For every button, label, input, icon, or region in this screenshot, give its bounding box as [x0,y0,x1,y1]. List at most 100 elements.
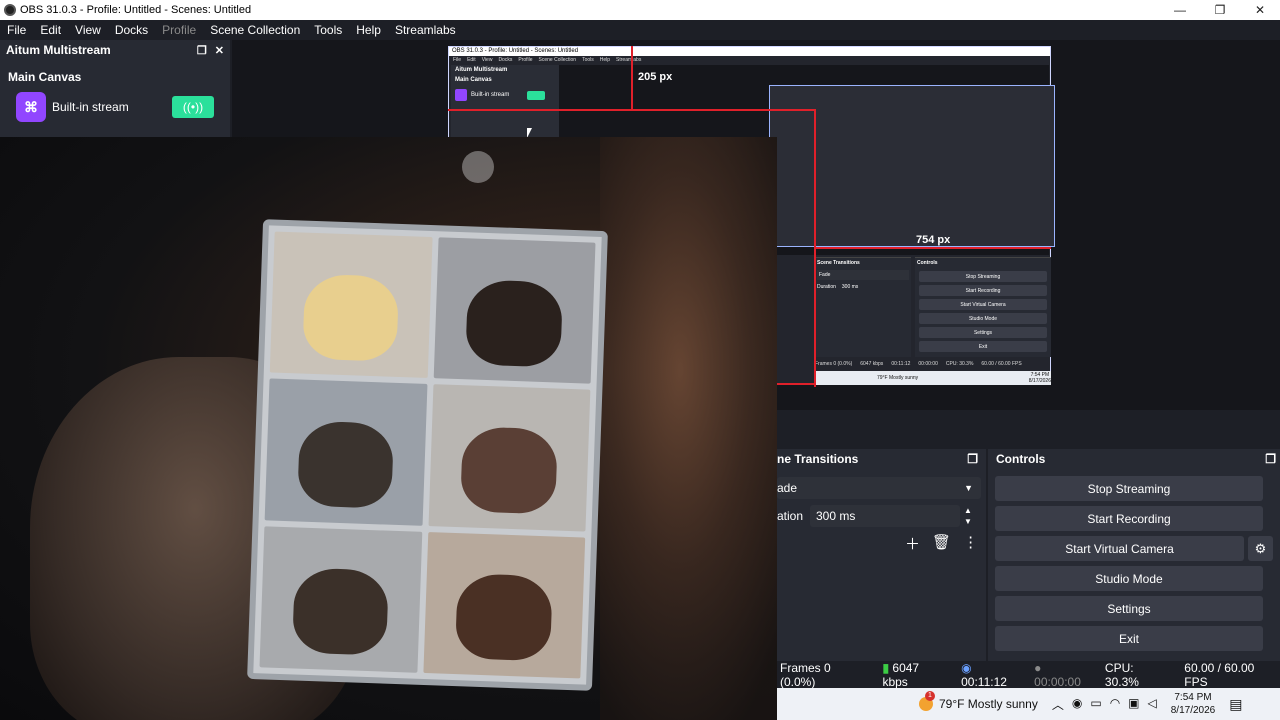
close-dock-icon[interactable]: ✕ [215,44,224,57]
more-vertical-icon[interactable]: ⋮ [963,533,978,554]
transition-tools: ＋ 🗑 ⋮ [905,533,978,554]
float-dock-icon[interactable]: ❐ [197,44,207,57]
nested-button: Studio Mode [919,313,1047,324]
nested-menu-item: Streamlabs [616,57,642,63]
scene-transitions-header: ne Transitions ❐ [777,449,986,469]
card-photo [264,378,427,526]
menu-help[interactable]: Help [349,23,388,37]
menu-edit[interactable]: Edit [33,23,68,37]
px-label-right: 754 px [916,234,951,246]
nested-menu: File Edit View Docks Profile Scene Colle… [449,56,1050,64]
obs-window: OBS 31.0.3 - Profile: Untitled - Scenes:… [0,0,1280,720]
close-window-button[interactable]: ✕ [1240,0,1280,20]
nested-menu-item: Profile [518,57,533,63]
notification-icon[interactable]: ▤ [1229,696,1242,713]
weather-icon[interactable]: 1 [919,691,935,711]
studio-mode-button[interactable]: Studio Mode [995,566,1263,591]
nested-button: Stop Streaming [919,271,1047,282]
photo-face [296,420,395,509]
nested-button: Settings [919,327,1047,338]
nested-dur-value: 300 ms [841,284,859,290]
virtual-camera-settings-button[interactable]: ⚙ [1248,536,1273,561]
nested-menu-item: Help [599,57,611,63]
menu-profile[interactable]: Profile [155,23,203,37]
camera-source [0,137,777,720]
chevron-down-icon[interactable]: ▼ [964,516,972,527]
obs-tray-icon[interactable]: ◉ [1072,696,1082,713]
nested-menu-item: View [481,57,493,63]
exit-button[interactable]: Exit [995,626,1263,651]
speaker-icon[interactable]: ◁ [1148,696,1157,713]
clock-time: 7:54 PM [1174,692,1212,703]
nested-controls-panel: Controls Stop Streaming Start Recording … [915,257,1051,357]
photo-face [301,273,400,362]
cpu-status: CPU: 30.3% [1104,660,1139,689]
nested-live-icon [527,90,546,100]
menu-docks[interactable]: Docks [108,23,155,37]
duration-input[interactable]: 300 ms [810,505,960,527]
weather-badge: 1 [925,691,935,701]
start-recording-button[interactable]: Start Recording [995,506,1263,531]
nested-status-item: 6047 kbps [860,361,884,367]
start-virtual-camera-button[interactable]: Start Virtual Camera [995,536,1244,561]
stream-toggle-button[interactable]: ((•)) [172,96,214,118]
transition-select[interactable]: ade ▼ [777,477,981,499]
nested-statusbar: Frames 0 (0.0%) 6047 kbps 00:11:12 00:00… [815,357,1051,371]
nested-button: Start Virtual Camera [919,299,1047,310]
device-icon[interactable]: ▣ [1128,696,1139,713]
plus-icon[interactable]: ＋ [905,533,920,554]
held-photo-card [247,219,608,691]
trash-icon[interactable]: 🗑 [932,533,951,554]
nested-status-item: CPU: 30.3% [945,361,974,367]
camera-face-region [600,137,777,720]
wifi-icon[interactable]: ◠ [1110,696,1120,713]
menu-tools[interactable]: Tools [307,23,349,37]
float-dock-icon[interactable]: ❐ [1265,452,1276,466]
chevron-up-icon[interactable]: ︿ [1052,696,1064,713]
maximize-button[interactable]: ❐ [1200,0,1240,20]
stream-time: 00:11:12 [961,674,1007,689]
scene-transitions-title: ne Transitions [777,452,859,466]
clock-date: 8/17/2026 [1170,705,1216,716]
fps-status: 60.00 / 60.00 FPS [1184,660,1255,689]
nested-menu-item: Docks [498,57,513,63]
menu-view[interactable]: View [68,23,108,37]
battery-icon[interactable]: ▭ [1090,696,1101,713]
nested-dock-title: Aitum Multistream [455,67,508,73]
gear-icon: ⚙ [1254,540,1267,556]
chevron-up-icon[interactable]: ▲ [964,505,972,516]
card-photo [269,231,433,379]
duration-spinner[interactable]: ▲ ▼ [964,505,972,527]
nested-button: Start Recording [919,285,1047,296]
photo-face [454,573,553,662]
card-photo [422,531,586,679]
menu-streamlabs[interactable]: Streamlabs [388,23,463,37]
broadcast-icon: ((•)) [182,100,204,114]
weather-text[interactable]: 79°F Mostly sunny [939,697,1038,711]
nested-weather: 79°F Mostly sunny [877,375,919,381]
taskbar-clock[interactable]: 7:54 PM 8/17/2026 [1171,691,1216,717]
menu-scene-collection[interactable]: Scene Collection [203,23,307,37]
nested-menu-item: Tools [582,57,594,63]
nested-menu-item: Edit [467,57,476,63]
float-dock-icon[interactable]: ❐ [967,452,978,466]
nested-stream-label: Built-in stream [471,92,510,98]
menu-file[interactable]: File [0,23,33,37]
minimize-button[interactable]: — [1160,0,1200,20]
stream-status-icon: ◉ [961,660,972,675]
obs-logo-icon [4,4,16,16]
card-photo [428,384,591,532]
photo-face [465,279,563,368]
multistream-dock-title: Aitum Multistream [6,43,111,57]
nested-twitch-icon [455,89,467,101]
nested-button: Exit [919,341,1047,352]
guide-line-vertical-top [631,46,633,110]
card-photo [433,237,596,384]
settings-button[interactable]: Settings [995,596,1263,621]
stop-streaming-button[interactable]: Stop Streaming [995,476,1263,501]
controls-header: Controls ❐ [988,449,1280,469]
nested-taskbar: 79°F Mostly sunny 7:54 PM 8/17/2026 [815,371,1051,385]
windows-taskbar: 1 79°F Mostly sunny ︿ ◉ ▭ ◠ ▣ ◁ 7:54 PM … [777,688,1280,720]
nested-dur-label: Duration [817,284,836,290]
twitch-icon: ⌘ [16,92,46,122]
